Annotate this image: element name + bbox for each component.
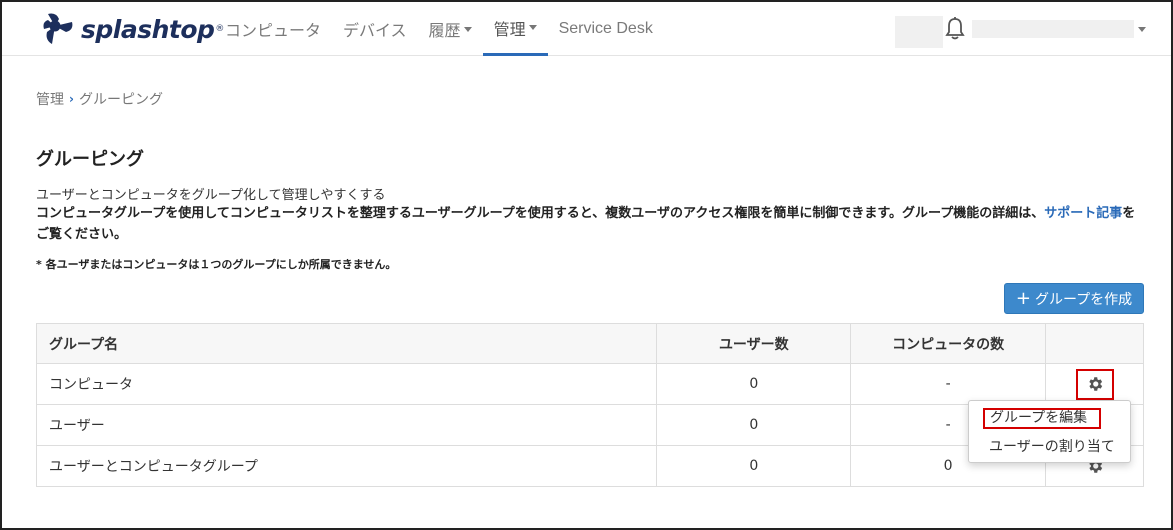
column-header-actions <box>1045 323 1144 364</box>
top-navigation-bar: splashtop ® コンピュータ デバイス 履歴 管理 Service De… <box>2 2 1171 56</box>
user-menu[interactable] <box>972 20 1134 38</box>
chevron-down-icon[interactable] <box>1138 27 1146 32</box>
group-name-cell: ユーザー <box>35 404 658 446</box>
group-membership-note: * 各ユーザまたはコンピュータは１つのグループにしか所属できません。 <box>36 258 397 271</box>
nav-management[interactable]: 管理 <box>482 2 548 56</box>
create-group-button[interactable]: + グループを作成 <box>1004 283 1144 314</box>
group-name-cell: ユーザーとコンピュータグループ <box>35 445 658 487</box>
plus-icon: + <box>1015 287 1031 309</box>
nav-devices[interactable]: デバイス <box>332 2 418 56</box>
user-count-cell: 0 <box>656 445 852 487</box>
splashtop-logo[interactable]: splashtop ® <box>42 10 224 48</box>
support-article-link[interactable]: サポート記事 <box>1044 206 1122 221</box>
chevron-down-icon <box>463 26 472 32</box>
gear-icon[interactable] <box>1075 368 1114 400</box>
column-header-user-count: ユーザー数 <box>656 323 852 364</box>
nav-computers[interactable]: コンピュータ <box>214 2 332 56</box>
create-group-label: グループを作成 <box>1034 291 1133 308</box>
menu-item-edit-group[interactable]: グループを編集 <box>983 408 1101 429</box>
page-title: グルーピング <box>36 149 144 170</box>
breadcrumb: 管理 › グルーピング <box>36 89 163 109</box>
logo-wordmark: splashtop <box>81 14 215 44</box>
column-header-computer-count: コンピュータの数 <box>850 323 1047 364</box>
redacted-area <box>895 16 943 48</box>
group-actions-menu: グループを編集 ユーザーの割り当て <box>968 400 1131 463</box>
user-count-cell: 0 <box>656 404 852 446</box>
window-frame: splashtop ® コンピュータ デバイス 履歴 管理 Service De… <box>0 0 1173 530</box>
group-name-cell: コンピュータ <box>35 363 658 405</box>
chevron-down-icon <box>528 25 537 30</box>
nav-computers-label: コンピュータ <box>225 21 322 40</box>
menu-item-assign-users[interactable]: ユーザーの割り当て <box>989 436 1115 456</box>
nav-devices-label: デバイス <box>343 21 407 40</box>
breadcrumb-current: グルーピング <box>78 92 163 108</box>
actions-cell <box>1045 363 1144 405</box>
table-row: コンピュータ 0 - <box>35 363 1144 405</box>
page-description-detail: コンピュータグループを使用してコンピュータリストを整理するユーザーグループを使用… <box>36 203 1146 245</box>
nav-service-desk-label: Service Desk <box>558 20 653 37</box>
chevron-right-icon: › <box>69 92 74 106</box>
nav-management-label: 管理 <box>493 19 526 39</box>
breadcrumb-parent[interactable]: 管理 <box>36 89 64 109</box>
table-header-row: グループ名 ユーザー数 コンピュータの数 <box>35 323 1144 364</box>
computer-count-cell: - <box>850 363 1047 405</box>
page-description: ユーザーとコンピュータをグループ化して管理しやすくする <box>36 188 386 203</box>
nav-history-label: 履歴 <box>428 21 461 40</box>
splashtop-logo-icon <box>43 13 73 44</box>
user-count-cell: 0 <box>656 363 852 405</box>
column-header-group-name: グループ名 <box>35 323 658 364</box>
main-nav: コンピュータ デバイス 履歴 管理 Service Desk <box>214 2 664 56</box>
bell-icon[interactable] <box>944 16 966 42</box>
nav-service-desk[interactable]: Service Desk <box>548 2 664 56</box>
description-text: コンピュータグループを使用してコンピュータリストを整理するユーザーグループを使用… <box>36 206 1045 221</box>
nav-history[interactable]: 履歴 <box>418 2 483 56</box>
